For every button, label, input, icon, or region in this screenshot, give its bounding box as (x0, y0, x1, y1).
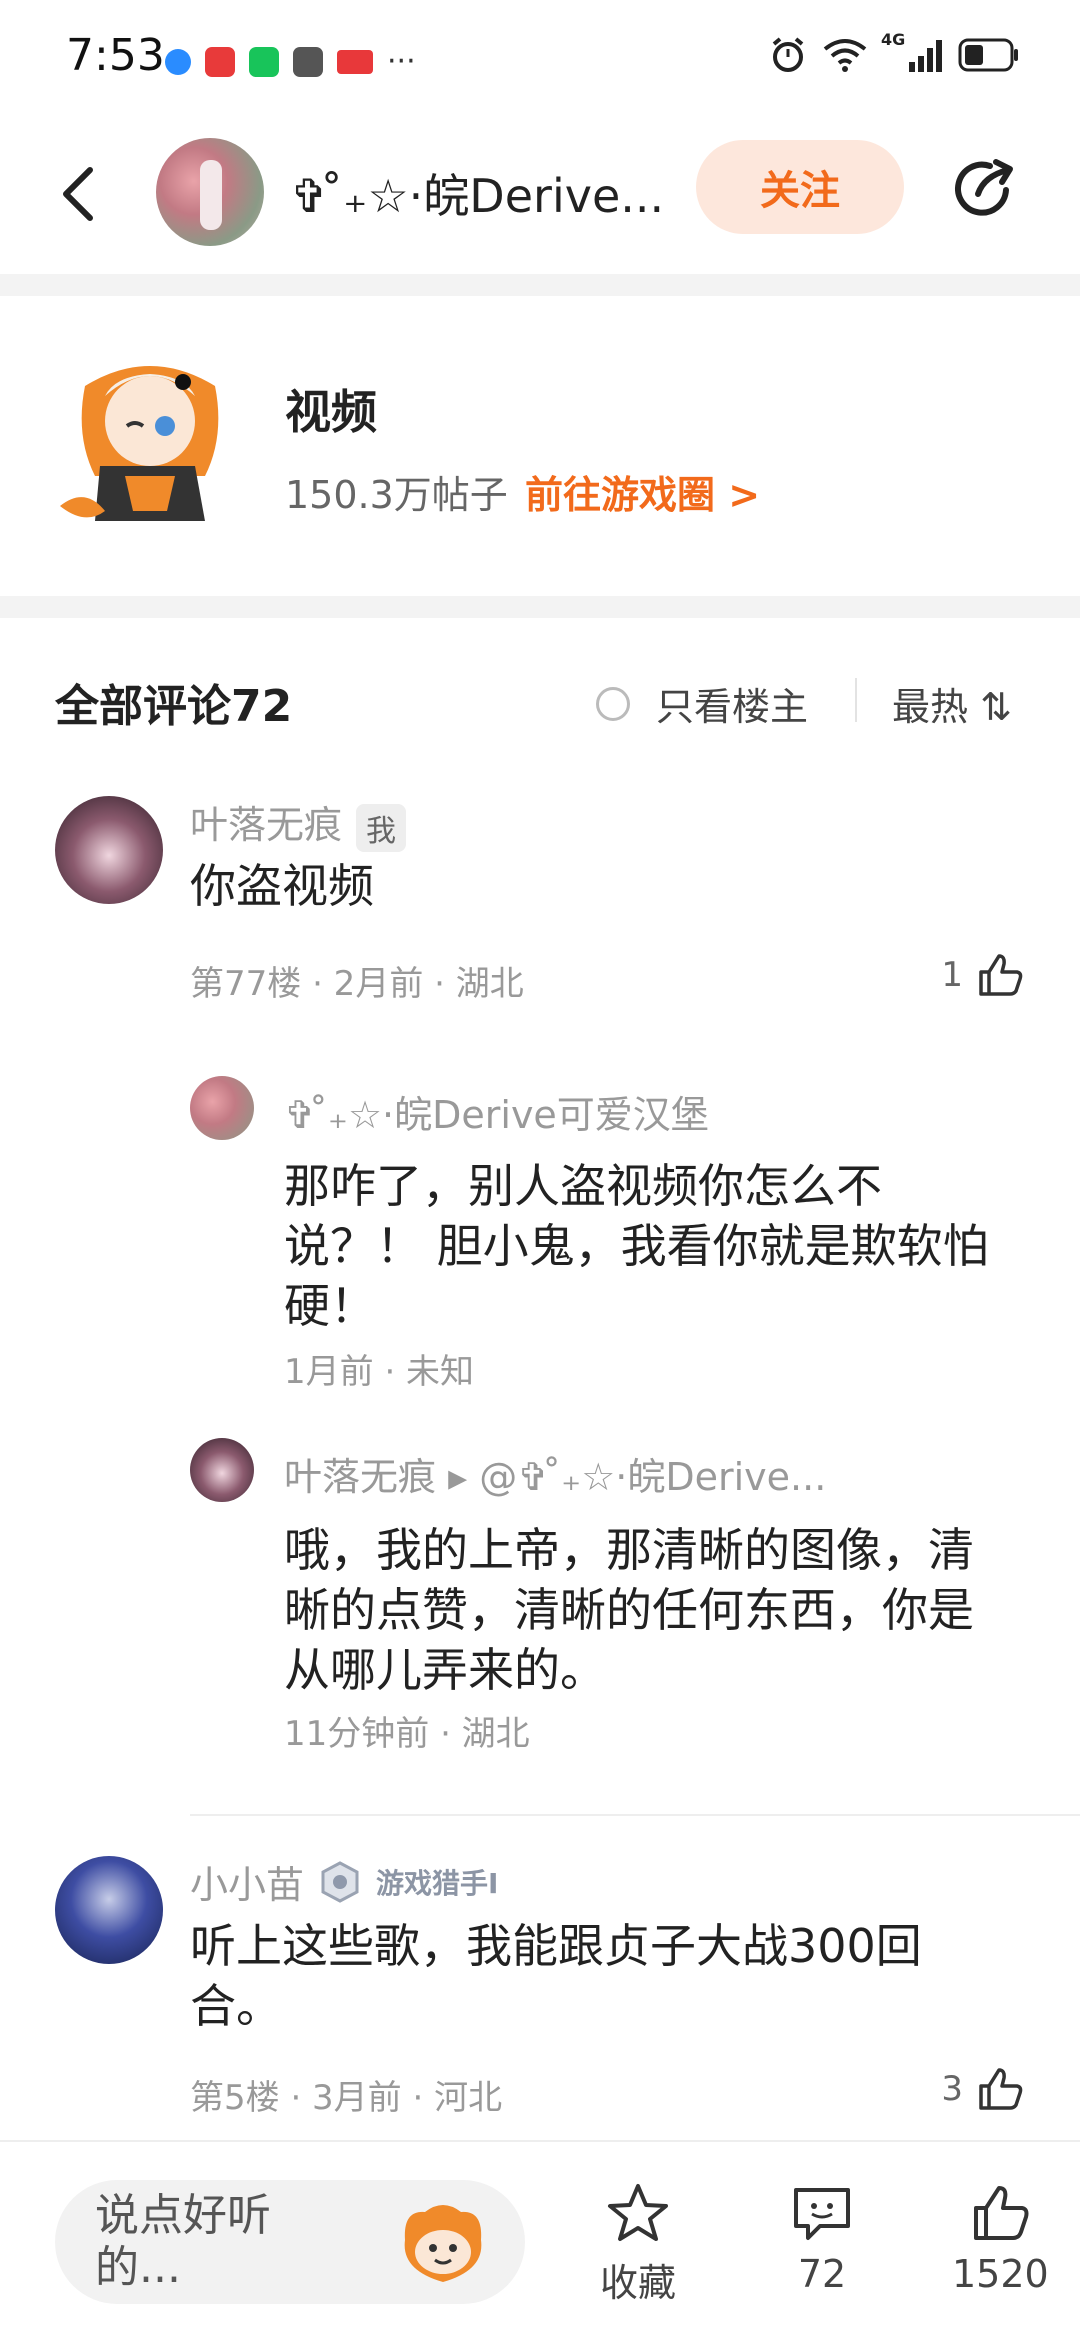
reply-meta: 1月前 · 未知 (284, 1352, 475, 1392)
avatar-figure (200, 160, 222, 230)
alarm-icon (772, 37, 804, 72)
badge-icon (321, 1860, 359, 1903)
only-owner-label: 只看楼主 (656, 685, 809, 729)
battery-icon (958, 38, 1018, 72)
app-notification-icon (165, 48, 191, 75)
circle-name: 视频 (285, 385, 377, 439)
emoji-mascot-icon[interactable] (395, 2200, 491, 2286)
author-avatar[interactable] (156, 138, 264, 246)
comment-text[interactable]: 你盗视频 (190, 856, 1010, 916)
commenter-name[interactable]: 叶落无痕我 (190, 794, 407, 852)
commenter-name[interactable]: 小小苗 游戏猎手I (190, 1854, 498, 1909)
reply-text[interactable]: 那咋了，别人盗视频你怎么不说？！ 胆小鬼，我看你就是欺软怕硬！ (284, 1156, 1014, 1336)
comment-meta: 第5楼 · 3月前 · 河北 (190, 2078, 503, 2118)
commenter-avatar[interactable] (55, 796, 163, 904)
only-owner-toggle[interactable]: 只看楼主 (596, 676, 808, 731)
comment-item: 叶落无痕我 你盗视频 第77楼 · 2月前 · 湖北 1 ✞ ̊₊☆·皖Deri… (0, 780, 1080, 1800)
comments-button[interactable]: 72 (790, 2182, 854, 2296)
likes-count: 1520 (952, 2252, 1049, 2296)
circle-mascot-image (60, 366, 219, 521)
comment-text[interactable]: 听上这些歌，我能跟贞子大战300回合。 (190, 1916, 970, 2036)
star-icon (608, 2184, 668, 2241)
reply-meta: 11分钟前 · 湖北 (284, 1714, 530, 1754)
more-notifications-icon: ··· (387, 44, 416, 79)
comment-icon (794, 2188, 850, 2240)
comment-like-button[interactable]: 1 (941, 950, 1025, 1000)
commenter-avatar[interactable] (55, 1856, 163, 1964)
notification-icons: ··· (165, 44, 416, 79)
favorite-label: 收藏 (600, 2261, 677, 2305)
radio-icon[interactable] (596, 686, 630, 721)
toutiao-icon (337, 49, 373, 74)
reply-avatar[interactable] (190, 1438, 254, 1502)
like-button[interactable]: 1520 (952, 2182, 1049, 2296)
divider (190, 1814, 1080, 1816)
back-arrow-icon[interactable] (58, 164, 98, 224)
reply-author-name[interactable]: 叶落无痕 ▸ @✞ ̊₊☆·皖Derive... (284, 1446, 826, 1501)
circle-post-count: 150.3万帖子 (285, 473, 508, 517)
user-title-badge: 游戏猎手I (376, 1866, 499, 1900)
comment-input[interactable]: 说点好听的... (55, 2180, 525, 2304)
wifi-icon (823, 39, 867, 72)
divider (855, 678, 857, 722)
like-count: 1 (941, 955, 963, 995)
thumbs-up-icon (979, 954, 1023, 996)
sort-selector[interactable]: 最热 ⇅ (892, 676, 1012, 731)
section-divider (0, 596, 1080, 618)
system-icons: 4G (769, 30, 1020, 74)
section-divider (0, 274, 1080, 296)
comments-count: 72 (797, 2252, 847, 2296)
app-notification-icon (205, 46, 235, 77)
comment-input-placeholder: 说点好听的... (95, 2190, 271, 2293)
comments-title: 全部评论72 (55, 681, 293, 732)
post-header: ✞ ̊₊☆·皖Derive... 关注 (0, 120, 1080, 270)
thumbs-up-icon (979, 2068, 1023, 2110)
author-name[interactable]: ✞ ̊₊☆·皖Derive... (290, 160, 670, 226)
follow-button[interactable]: 关注 (696, 140, 904, 234)
like-count: 3 (941, 2069, 963, 2109)
reply-avatar[interactable] (190, 1076, 254, 1140)
status-time: 7:53 (66, 30, 165, 81)
app-notification-icon (293, 46, 323, 77)
me-badge: 我 (356, 803, 407, 852)
thumbs-up-icon (974, 2186, 1029, 2240)
game-circle-card[interactable]: 视频 150.3万帖子 前往游戏圈 > (0, 296, 1080, 596)
comment-like-button[interactable]: 3 (941, 2064, 1025, 2114)
comments-header: 全部评论72 只看楼主 最热 ⇅ (0, 640, 1080, 750)
favorite-button[interactable]: 收藏 (600, 2182, 676, 2307)
reply-text[interactable]: 哦，我的上帝，那清晰的图像，清晰的点赞，清晰的任何东西，你是从哪儿弄来的。 (284, 1520, 1014, 1700)
comment-item: 小小苗 游戏猎手I 听上这些歌，我能跟贞子大战300回合。 第5楼 · 3月前 … (0, 1840, 1080, 2140)
status-bar: 7:53 ··· 4G (0, 0, 1080, 120)
cellular-signal-icon: 4G (881, 30, 942, 72)
comment-meta: 第77楼 · 2月前 · 湖北 (190, 964, 524, 1004)
go-to-circle-link[interactable]: 前往游戏圈 > (525, 464, 760, 519)
iqiyi-icon (249, 46, 279, 77)
share-icon[interactable] (950, 154, 1020, 224)
reply-author-name[interactable]: ✞ ̊₊☆·皖Derive可爱汉堡 (284, 1084, 709, 1139)
bottom-action-bar: 说点好听的... 收藏 72 1520 (0, 2140, 1080, 2342)
